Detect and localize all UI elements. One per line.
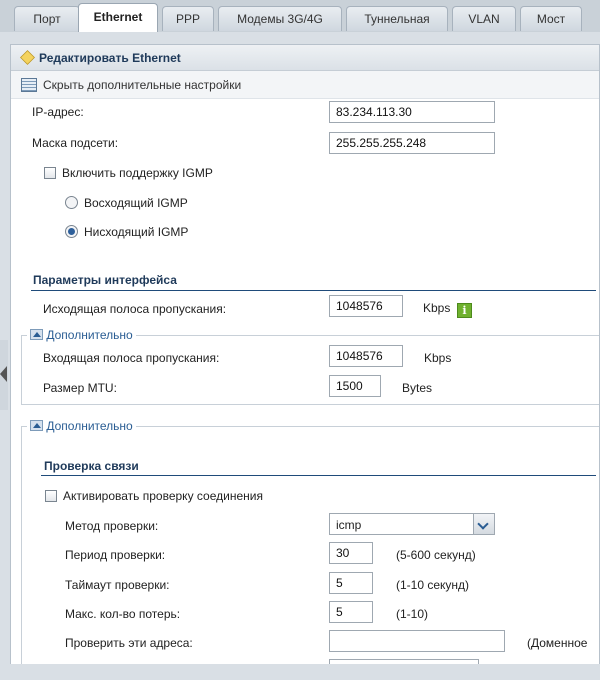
check-method-select[interactable]: icmp (329, 513, 495, 535)
advanced-legend-2-label: Дополнительно (46, 419, 133, 433)
bottom-bar (0, 664, 600, 680)
check-method-value: icmp (336, 518, 362, 532)
ingress-unit: Kbps (424, 351, 452, 365)
check-period-input[interactable] (329, 542, 373, 564)
collapse-up-icon (30, 329, 43, 341)
hide-advanced-link[interactable]: Скрыть дополнительные настройки (43, 78, 241, 92)
check-timeout-hint: (1-10 секунд) (396, 578, 470, 592)
ip-address-label: IP-адрес: (32, 105, 84, 119)
advanced-toggle-bar[interactable]: Скрыть дополнительные настройки (11, 71, 599, 99)
tab-ethernet[interactable]: Ethernet (78, 3, 158, 32)
collapse-side-panel-handle[interactable] (0, 340, 8, 410)
list-icon (21, 78, 37, 92)
egress-bandwidth-label: Исходящая полоса пропускания: (43, 302, 227, 316)
subnet-mask-input[interactable] (329, 132, 495, 154)
section-divider (41, 475, 596, 476)
mtu-label: Размер MTU: (43, 381, 117, 395)
tab-3g4g-modems[interactable]: Модемы 3G/4G (218, 6, 342, 31)
igmp-enable-checkbox[interactable] (44, 167, 56, 179)
tab-ppp[interactable]: PPP (162, 6, 214, 31)
igmp-downstream-label: Нисходящий IGMP (84, 225, 189, 239)
check-timeout-label: Таймаут проверки: (65, 578, 170, 592)
connectivity-check-title: Проверка связи (44, 459, 139, 473)
ingress-bandwidth-input[interactable] (329, 345, 403, 367)
tab-tunnel[interactable]: Туннельная (346, 6, 448, 31)
max-loss-hint: (1-10) (396, 607, 429, 621)
check-period-label: Период проверки: (65, 548, 166, 562)
tab-bridge[interactable]: Мост (520, 6, 582, 31)
igmp-enable-label: Включить поддержку IGMP (62, 166, 213, 180)
igmp-upstream-label: Восходящий IGMP (84, 196, 188, 210)
section-divider (31, 290, 596, 291)
pencil-icon (20, 50, 35, 65)
egress-unit: Kbps (423, 301, 451, 315)
info-icon[interactable]: i (457, 303, 472, 318)
collapse-up-icon (30, 420, 43, 432)
tab-vlan[interactable]: VLAN (452, 6, 516, 31)
igmp-downstream-radio[interactable] (65, 225, 78, 238)
dialog-title: Редактировать Ethernet (39, 51, 181, 65)
advanced-legend-1[interactable]: Дополнительно (27, 328, 136, 342)
max-loss-label: Макс. кол-во потерь: (65, 607, 181, 621)
chevron-down-icon[interactable] (473, 514, 494, 534)
check-period-hint: (5-600 секунд) (396, 548, 476, 562)
activate-check-label: Активировать проверку соединения (63, 489, 263, 503)
dialog-title-bar: Редактировать Ethernet (11, 45, 599, 71)
advanced-legend-2[interactable]: Дополнительно (27, 419, 136, 433)
check-method-label: Метод проверки: (65, 519, 159, 533)
edit-ethernet-dialog: Редактировать Ethernet Скрыть дополнител… (10, 44, 600, 680)
max-loss-input[interactable] (329, 601, 373, 623)
chevron-left-icon (0, 366, 7, 382)
activate-check-checkbox[interactable] (45, 490, 57, 502)
advanced-legend-1-label: Дополнительно (46, 328, 133, 342)
egress-bandwidth-input[interactable] (329, 295, 403, 317)
tab-bar: Порт Ethernet PPP Модемы 3G/4G Туннельна… (0, 0, 600, 32)
check-addresses-hint: (Доменное (527, 636, 588, 650)
check-addresses-label: Проверить эти адреса: (65, 636, 193, 650)
interface-params-title: Параметры интерфейса (33, 273, 177, 287)
check-addresses-input[interactable] (329, 630, 505, 652)
ingress-bandwidth-label: Входящая полоса пропускания: (43, 351, 220, 365)
tab-port[interactable]: Порт (14, 6, 80, 31)
check-timeout-input[interactable] (329, 572, 373, 594)
mtu-unit: Bytes (402, 381, 433, 395)
ip-address-input[interactable] (329, 101, 495, 123)
subnet-mask-label: Маска подсети: (32, 136, 119, 150)
mtu-input[interactable] (329, 375, 381, 397)
igmp-upstream-radio[interactable] (65, 196, 78, 209)
